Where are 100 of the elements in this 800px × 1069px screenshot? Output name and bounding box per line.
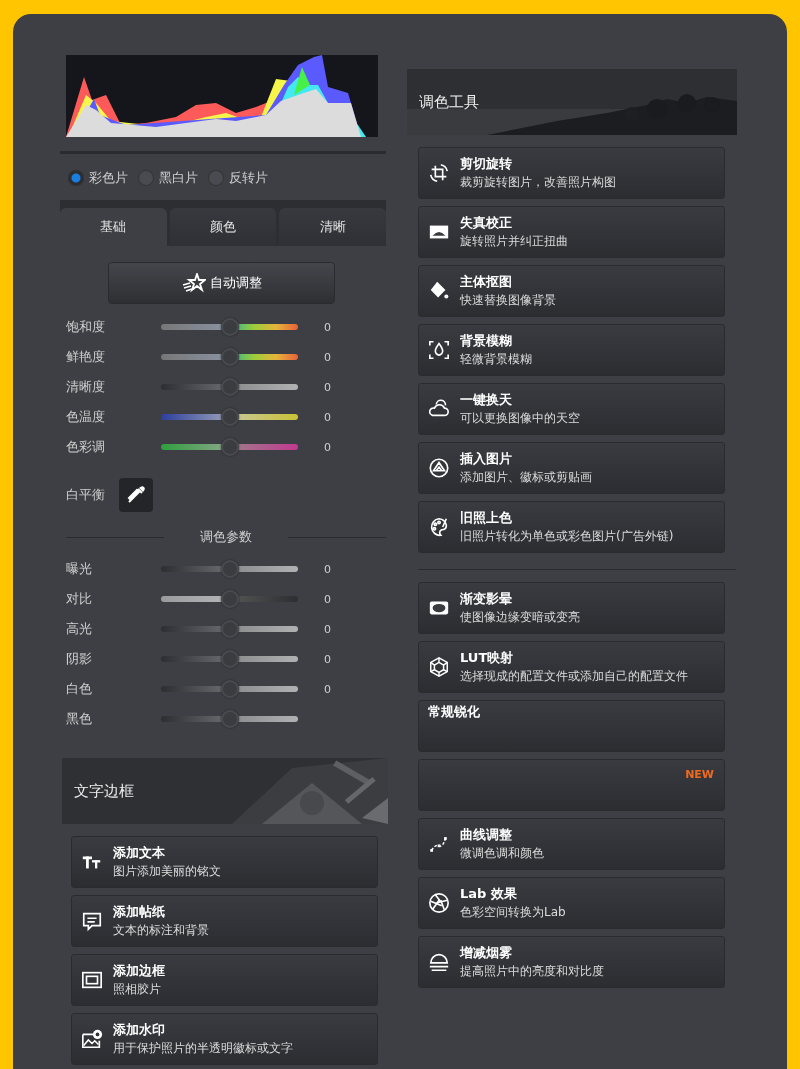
tool-description: 提高照片中的亮度和对比度 <box>460 963 604 980</box>
blur-icon <box>428 339 450 361</box>
tool-card[interactable]: 添加文本 图片添加美丽的铭文 <box>71 836 378 888</box>
slider-value: 0 <box>324 652 331 666</box>
tool-description: 微调色调和颜色 <box>460 845 544 862</box>
slider-value: 0 <box>324 562 331 576</box>
eyedropper-button[interactable] <box>119 478 153 512</box>
slider-thumb[interactable] <box>220 560 239 578</box>
section-title: 调色工具 <box>418 92 479 112</box>
slider-thumb[interactable] <box>220 378 239 396</box>
slider-label: 黑色 <box>65 710 93 728</box>
tool-card[interactable]: 失真校正 旋转照片并纠正扭曲 <box>418 206 725 258</box>
tool-description: 可以更换图像中的天空 <box>460 410 580 427</box>
slider-label: 白色 <box>65 680 93 698</box>
tool-card[interactable]: Lab 效果 色彩空间转换为Lab <box>418 877 725 929</box>
slider-track[interactable] <box>159 590 300 608</box>
tool-card[interactable]: 添加边框 照相胶片 <box>71 954 378 1006</box>
tool-description: 图片添加美丽的铭文 <box>113 863 221 880</box>
tool-description: 文本的标注和背景 <box>113 922 209 939</box>
auto-adjust-button[interactable]: 自动调整 <box>108 262 335 304</box>
tool-card[interactable]: 主体抠图 快速替换图像背景 <box>418 265 725 317</box>
tab[interactable]: 基础 <box>60 208 167 246</box>
tool-title: 一键换天 <box>460 391 513 409</box>
slider-track[interactable] <box>159 650 300 668</box>
tool-card[interactable]: NEW <box>418 759 725 811</box>
slider-thumb[interactable] <box>220 620 239 638</box>
slider-thumb[interactable] <box>220 590 239 608</box>
slider-value: 0 <box>324 320 331 334</box>
tool-title: 背景模糊 <box>460 332 513 350</box>
tool-card[interactable]: 旧照上色 旧照片转化为单色或彩色图片(广告外链) <box>418 501 725 553</box>
tool-title: Lab 效果 <box>460 885 518 903</box>
slider-label: 曝光 <box>65 560 93 578</box>
frame-icon <box>81 969 103 991</box>
tool-title: 曲线调整 <box>460 826 513 844</box>
tool-card[interactable]: 渐变影晕 使图像边缘变暗或变亮 <box>418 582 725 634</box>
slider-label: 高光 <box>65 620 93 638</box>
cube-icon <box>428 656 450 678</box>
tool-description: 使图像边缘变暗或变亮 <box>460 609 580 626</box>
tool-description: 旧照片转化为单色或彩色图片(广告外链) <box>460 528 674 545</box>
tool-description: 裁剪旋转图片，改善照片构图 <box>460 174 616 191</box>
slider-value: 0 <box>324 350 331 364</box>
slider-value: 0 <box>324 622 331 636</box>
tool-card[interactable]: 常规锐化 <box>418 700 725 752</box>
tool-card[interactable]: 剪切旋转 裁剪旋转图片，改善照片构图 <box>418 147 725 199</box>
section-label: 调色参数 <box>200 528 252 546</box>
tool-description: 轻微背景模糊 <box>460 351 532 368</box>
tool-card[interactable]: 背景模糊 轻微背景模糊 <box>418 324 725 376</box>
slider-track[interactable] <box>159 438 300 456</box>
tool-description: 添加图片、徽标或剪贴画 <box>460 469 592 486</box>
slider-thumb[interactable] <box>220 650 239 668</box>
slider-thumb[interactable] <box>220 680 239 698</box>
slider-value: 0 <box>324 410 331 424</box>
slider-label: 饱和度 <box>65 318 106 336</box>
film-type-radio[interactable]: 黑白片 <box>138 168 198 188</box>
tool-card[interactable]: 插入图片 添加图片、徽标或剪贴画 <box>418 442 725 494</box>
watermark-icon <box>81 1028 103 1050</box>
palette-icon <box>428 516 450 538</box>
tool-title: 旧照上色 <box>460 509 513 527</box>
slider-value: 0 <box>324 440 331 454</box>
setting-label: 白平衡 <box>65 486 106 504</box>
tool-card[interactable]: 添加帖纸 文本的标注和背景 <box>71 895 378 947</box>
tool-title: 渐变影晕 <box>460 590 513 608</box>
slider-track[interactable] <box>159 560 300 578</box>
slider-value: 0 <box>324 592 331 606</box>
tool-title: 常规锐化 <box>428 703 480 721</box>
tool-description: 旋转照片并纠正扭曲 <box>460 233 568 250</box>
tool-card[interactable]: 增减烟雾 提高照片中的亮度和对比度 <box>418 936 725 988</box>
tool-title: 添加帖纸 <box>113 903 166 921</box>
slider-thumb[interactable] <box>220 710 239 728</box>
slider-track[interactable] <box>159 408 300 426</box>
slider-thumb[interactable] <box>220 438 239 456</box>
tool-card[interactable]: 曲线调整 微调色调和颜色 <box>418 818 725 870</box>
slider-track[interactable] <box>159 348 300 366</box>
tool-title: 剪切旋转 <box>460 155 513 173</box>
tool-title: 增减烟雾 <box>460 944 513 962</box>
tool-description: 照相胶片 <box>113 981 162 998</box>
tool-card[interactable]: LUT映射 选择现成的配置文件或添加自己的配置文件 <box>418 641 725 693</box>
slider-track[interactable] <box>159 378 300 396</box>
insert-icon <box>428 457 450 479</box>
slider-thumb[interactable] <box>220 348 239 366</box>
new-label: NEW <box>685 768 714 781</box>
star-icon <box>181 273 206 293</box>
slider-label: 对比 <box>65 590 93 608</box>
tool-title: 添加边框 <box>113 962 165 980</box>
tool-card[interactable]: 添加水印 用于保护照片的半透明徽标或文字 <box>71 1013 378 1065</box>
slider-thumb[interactable] <box>220 318 239 336</box>
tool-title: 主体抠图 <box>460 273 513 291</box>
tool-title: 插入图片 <box>460 450 513 468</box>
slider-track[interactable] <box>159 620 300 638</box>
tool-title: 添加水印 <box>113 1021 166 1039</box>
film-type-radio[interactable]: 反转片 <box>208 168 268 188</box>
slider-thumb[interactable] <box>220 408 239 426</box>
slider-track[interactable] <box>159 680 300 698</box>
eyedropper-icon <box>126 485 146 505</box>
tool-description: 快速替换图像背景 <box>460 292 556 309</box>
tool-card[interactable]: 一键换天 可以更换图像中的天空 <box>418 383 725 435</box>
slider-track[interactable] <box>159 710 300 728</box>
slider-track[interactable] <box>159 318 300 336</box>
slider-value: 0 <box>324 682 331 696</box>
film-type-radio[interactable]: 彩色片 <box>68 168 128 188</box>
